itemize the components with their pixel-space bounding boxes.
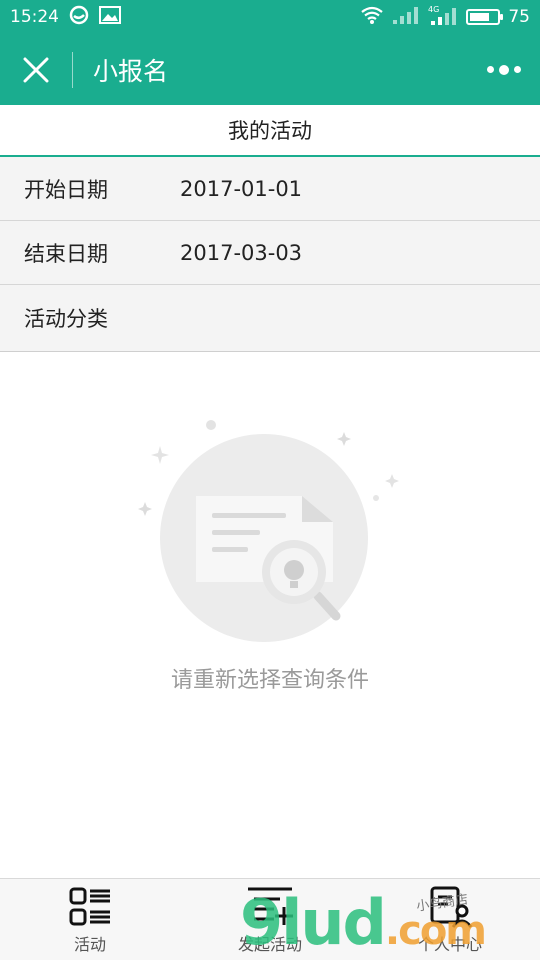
- nav-title: 小报名: [93, 56, 169, 86]
- filter-label: 活动分类: [24, 307, 108, 331]
- tab-profile[interactable]: 个人中心: [360, 879, 540, 960]
- nav-divider: [72, 51, 73, 88]
- page-title: 我的活动: [0, 105, 540, 157]
- tab-create-activity[interactable]: 发起活动: [180, 879, 360, 960]
- battery-percent: 75: [508, 7, 530, 27]
- tab-label: 个人中心: [417, 935, 482, 954]
- empty-state-message: 请重新选择查询条件: [170, 668, 369, 693]
- filter-list: 开始日期 2017-01-01 结束日期 2017-03-03 活动分类: [0, 157, 540, 352]
- more-button[interactable]: [468, 34, 540, 105]
- tab-label: 活动: [73, 935, 106, 954]
- empty-search-illustration: [138, 420, 399, 642]
- activity-list-icon: [69, 887, 110, 926]
- tab-activities[interactable]: 活动: [0, 879, 180, 960]
- filter-row-category[interactable]: 活动分类: [0, 285, 540, 351]
- more-dot-icon: [514, 66, 521, 73]
- start-date-value[interactable]: 2017-01-01: [180, 177, 302, 201]
- image-notification-icon: [99, 5, 121, 29]
- more-dot-icon: [499, 64, 509, 75]
- svg-text:4G: 4G: [428, 5, 439, 14]
- filter-label: 开始日期: [24, 177, 108, 202]
- more-dot-icon: [487, 66, 494, 73]
- battery-level: [470, 13, 489, 21]
- nav-bar: 小报名: [0, 34, 540, 105]
- signal-1-icon: [392, 5, 420, 30]
- tab-bar: 活动 发起活动 个人中心: [0, 878, 540, 960]
- profile-icon: [430, 886, 472, 928]
- tab-label: 发起活动: [237, 935, 302, 954]
- status-bar: 15:24 4G 75: [0, 0, 540, 34]
- filter-row-start-date[interactable]: 开始日期 2017-01-01: [0, 157, 540, 221]
- signal-2-icon: 4G: [428, 4, 458, 31]
- wifi-icon: [360, 5, 384, 30]
- filter-label: 结束日期: [24, 241, 108, 266]
- end-date-value[interactable]: 2017-03-03: [180, 241, 302, 265]
- filter-row-end-date[interactable]: 结束日期 2017-03-03: [0, 221, 540, 285]
- close-button[interactable]: [0, 34, 72, 105]
- status-time: 15:24: [10, 7, 59, 27]
- app-notification-icon: [69, 5, 89, 30]
- create-activity-icon: [248, 887, 293, 925]
- battery-icon: [466, 9, 504, 25]
- close-icon: [23, 57, 49, 82]
